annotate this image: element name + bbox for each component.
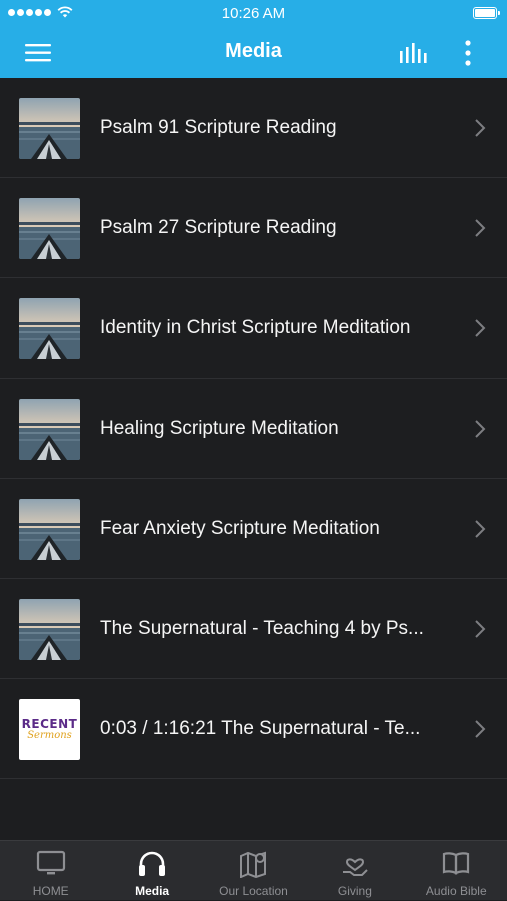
tab-label-our-location: Our Location <box>219 884 288 898</box>
media-list-item[interactable]: Psalm 91 Scripture Reading <box>0 78 507 179</box>
media-list-item[interactable]: The Supernatural - Teaching 4 by Ps... <box>0 579 507 680</box>
battery-icon <box>473 7 500 19</box>
media-list-item[interactable]: Fear Anxiety Scripture Meditation <box>0 479 507 579</box>
recent-sermons-thumbnail: RECENT Sermons <box>19 699 80 761</box>
media-item-title: Healing Scripture Meditation <box>100 417 339 439</box>
page-title: Media <box>225 40 282 62</box>
more-options-button[interactable] <box>456 39 480 67</box>
ocean-kayak-thumbnail <box>19 398 80 460</box>
tab-audio-bible[interactable]: Audio Bible <box>406 841 507 901</box>
ocean-kayak-thumbnail <box>19 98 80 159</box>
more-vertical-icon <box>465 40 471 66</box>
ocean-kayak-thumbnail <box>19 298 80 360</box>
media-list-item[interactable]: Psalm 27 Scripture Reading <box>0 178 507 279</box>
status-time: 10:26 AM <box>221 5 286 22</box>
media-item-title: Fear Anxiety Scripture Meditation <box>100 517 380 539</box>
nav-bar: Media <box>0 28 507 78</box>
media-list-item[interactable]: Healing Scripture Meditation <box>0 379 507 479</box>
tab-label-home: HOME <box>32 884 69 898</box>
book-icon <box>443 852 470 875</box>
status-bar: 10:26 AM <box>0 0 507 28</box>
chevron-right-icon <box>475 319 486 338</box>
media-item-title: Identity in Christ Scripture Meditation <box>100 317 411 339</box>
map-pin-icon <box>240 851 267 878</box>
tab-label-media: Media <box>135 884 170 898</box>
chevron-right-icon <box>475 620 486 638</box>
tab-bar: HOME Media Our Location Giving Audio Bib… <box>0 840 507 900</box>
tab-home[interactable]: HOME <box>0 841 101 901</box>
headphones-icon <box>139 851 166 876</box>
chevron-right-icon <box>475 520 486 538</box>
tv-icon <box>36 850 65 875</box>
chevron-right-icon <box>475 219 486 237</box>
ocean-kayak-thumbnail <box>19 198 80 260</box>
media-list: Psalm 91 Scripture Reading Psalm 27 Scri… <box>0 78 507 840</box>
media-list-item[interactable]: RECENT Sermons 0:03 / 1:16:21 The Supernat… <box>0 679 507 780</box>
thumbnail-text-recent: RECENT <box>21 717 78 732</box>
now-playing-button[interactable] <box>398 41 430 65</box>
tab-label-audio-bible: Audio Bible <box>425 884 487 898</box>
ocean-kayak-thumbnail <box>19 598 80 660</box>
media-list-item[interactable]: Identity in Christ Scripture Meditation <box>0 278 507 379</box>
media-item-title: Psalm 91 Scripture Reading <box>100 117 337 138</box>
thumbnail-text-sermons: Sermons <box>27 730 72 742</box>
tab-label-giving: Giving <box>337 884 372 898</box>
tab-media[interactable]: Media <box>101 841 202 901</box>
chevron-right-icon <box>475 119 486 137</box>
hand-heart-icon <box>342 858 368 876</box>
media-item-title: The Supernatural - Teaching 4 by Ps... <box>100 617 424 639</box>
chevron-right-icon <box>475 419 486 438</box>
media-item-title: Psalm 27 Scripture Reading <box>100 217 337 239</box>
media-item-title: 0:03 / 1:16:21 The Supernatural - Te... <box>100 718 421 740</box>
chevron-right-icon <box>475 720 486 738</box>
equalizer-icon <box>400 43 427 63</box>
tab-our-location[interactable]: Our Location <box>203 841 304 901</box>
ocean-kayak-thumbnail <box>19 498 80 560</box>
tab-giving[interactable]: Giving <box>304 841 405 901</box>
